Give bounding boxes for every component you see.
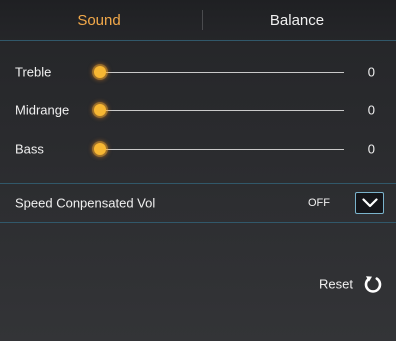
- refresh-icon: [364, 276, 382, 293]
- audio-settings-screen: Sound Balance Treble 0 Midrange 0 Bass 0…: [0, 0, 396, 341]
- midrange-row: Midrange 0: [0, 93, 396, 127]
- treble-slider-track[interactable]: [100, 72, 344, 73]
- midrange-label: Midrange: [15, 102, 70, 118]
- midrange-value: 0: [367, 102, 375, 118]
- treble-slider-thumb[interactable]: [94, 66, 106, 78]
- bass-row: Bass 0: [0, 132, 396, 166]
- tab-balance-label: Balance: [269, 11, 325, 29]
- section-divider-bottom: [0, 222, 396, 223]
- treble-row: Treble 0: [0, 55, 396, 89]
- treble-label: Treble: [15, 64, 52, 80]
- tab-bar: Sound Balance: [0, 0, 396, 41]
- chevron-down-icon: [361, 198, 378, 208]
- tab-sound[interactable]: Sound: [0, 0, 198, 40]
- treble-value: 0: [367, 64, 375, 80]
- speed-compensated-label: Speed Conpensated Vol: [15, 195, 156, 211]
- bass-value: 0: [367, 141, 375, 157]
- tab-sound-label: Sound: [77, 11, 121, 29]
- reset-label: Reset: [319, 276, 353, 292]
- section-divider-top: [0, 183, 396, 184]
- reset-button[interactable]: [363, 274, 383, 294]
- midrange-slider-thumb[interactable]: [94, 104, 106, 116]
- tab-divider: [202, 10, 203, 30]
- speed-compensated-value: OFF: [308, 197, 330, 209]
- tab-balance[interactable]: Balance: [198, 0, 396, 40]
- bass-label: Bass: [15, 141, 44, 157]
- bass-slider-track[interactable]: [100, 149, 344, 150]
- midrange-slider-track[interactable]: [100, 110, 344, 111]
- bass-slider-thumb[interactable]: [94, 143, 106, 155]
- speed-compensated-dropdown[interactable]: [355, 192, 384, 214]
